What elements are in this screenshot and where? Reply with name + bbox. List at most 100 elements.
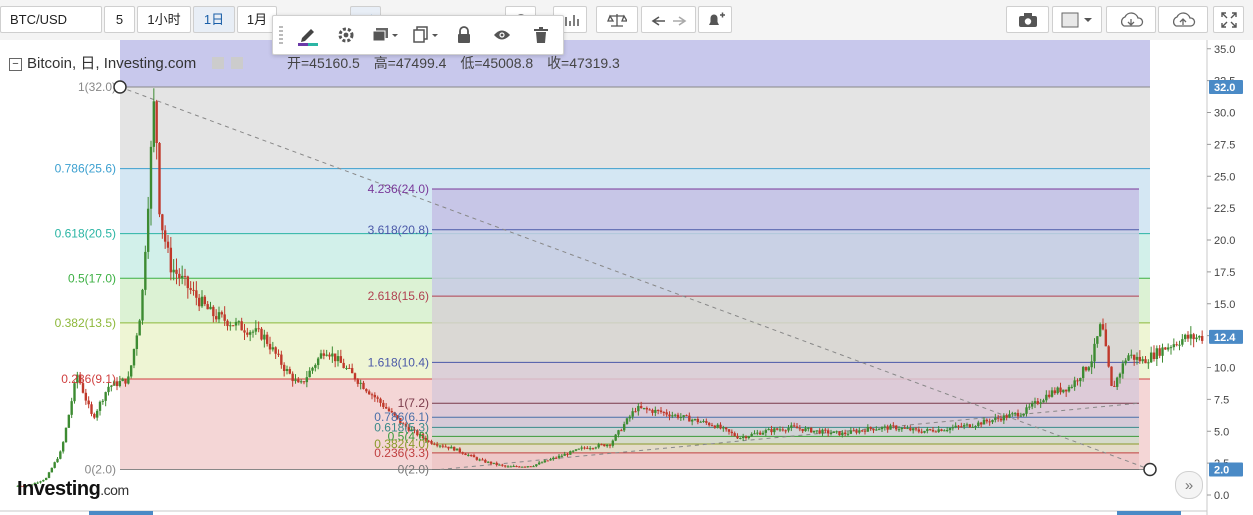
candle-body xyxy=(588,448,592,450)
candle-body xyxy=(1019,415,1023,417)
y-tick-label: 17.5 xyxy=(1214,267,1235,279)
candle-body xyxy=(894,425,898,430)
delete-button[interactable] xyxy=(526,21,556,49)
candle-body xyxy=(384,406,388,409)
candle-body xyxy=(792,425,796,427)
candle-body xyxy=(920,431,923,433)
candle-body xyxy=(858,430,861,433)
screenshot-button[interactable] xyxy=(1006,6,1049,33)
candle-body xyxy=(651,409,654,413)
candle-body xyxy=(336,356,340,362)
candle-body xyxy=(1064,389,1068,392)
copy-button[interactable] xyxy=(409,21,443,49)
candle-body xyxy=(1036,401,1040,404)
interval-input[interactable]: 5 xyxy=(104,6,135,33)
candle-body xyxy=(469,454,473,456)
candle-body xyxy=(501,464,504,466)
candle-body xyxy=(328,354,331,357)
candle-body xyxy=(441,445,445,447)
drag-handle[interactable] xyxy=(279,26,283,44)
ext-band xyxy=(432,229,1139,297)
candle-body xyxy=(127,376,130,384)
candle-body xyxy=(716,424,719,428)
candle-body xyxy=(229,325,232,327)
undo-redo-group[interactable] xyxy=(641,6,696,33)
candle-body xyxy=(1098,324,1102,337)
candle-body xyxy=(526,466,530,468)
candle-body xyxy=(376,397,379,399)
candle-body xyxy=(498,464,501,466)
visibility-button[interactable] xyxy=(487,21,517,49)
candle-body xyxy=(447,446,450,449)
candle-body xyxy=(872,428,875,431)
candle-body xyxy=(852,430,855,432)
candle-body xyxy=(263,334,266,340)
settings-button[interactable] xyxy=(331,21,361,49)
cloud-download-button[interactable] xyxy=(1106,6,1156,33)
color-picker-button[interactable] xyxy=(1052,6,1102,33)
candle-body xyxy=(1135,356,1139,360)
candle-body xyxy=(730,431,734,434)
candle-body xyxy=(685,415,688,417)
candle-body xyxy=(438,445,442,447)
cloud-upload-button[interactable] xyxy=(1158,6,1208,33)
candle-body xyxy=(807,427,810,429)
candle-body xyxy=(798,428,802,430)
candle-body xyxy=(1062,389,1065,393)
fullscreen-button[interactable] xyxy=(1213,6,1244,33)
candle-body xyxy=(804,428,807,432)
candle-body xyxy=(795,426,799,429)
candle-body xyxy=(183,275,187,277)
layers-button[interactable] xyxy=(368,21,402,49)
candle-body xyxy=(883,426,887,428)
drawing-toolbar xyxy=(272,15,564,55)
candle-body xyxy=(662,411,666,413)
timeframe-1d[interactable]: 1日 xyxy=(193,6,235,33)
candle-body xyxy=(1079,377,1082,382)
candle-body xyxy=(1164,347,1167,350)
candle-body xyxy=(631,411,634,417)
candle-body xyxy=(67,414,71,428)
candle-body xyxy=(979,422,983,425)
pencil-button[interactable] xyxy=(293,21,323,49)
timeframe-1m[interactable]: 1月 xyxy=(237,6,277,33)
candle-body xyxy=(886,426,889,430)
settings-icon[interactable] xyxy=(212,57,225,69)
fib-level-label: 0.236(9.1) xyxy=(61,372,116,386)
candle-body xyxy=(1070,386,1074,388)
price-chart[interactable]: 1(32.0) 0.786(25.6) 0.618(20.5) 0.5(17.0) 0.… xyxy=(0,40,1253,515)
alert-button[interactable] xyxy=(698,6,732,33)
collapse-icon[interactable]: − xyxy=(9,58,22,71)
balance-button[interactable] xyxy=(596,6,638,33)
candle-body xyxy=(756,432,759,434)
candle-body xyxy=(299,381,303,383)
high-value: 高=47499.4 xyxy=(373,55,447,71)
candle-body xyxy=(195,290,198,298)
fib-start-handle xyxy=(113,80,127,94)
candle-body xyxy=(1016,412,1020,417)
candle-body xyxy=(1127,355,1130,361)
candle-body xyxy=(566,453,569,455)
y-tick-label: 22.5 xyxy=(1214,203,1235,215)
candle-body xyxy=(600,444,603,446)
candle-body xyxy=(1093,343,1096,362)
price-marker-label: 2.0 xyxy=(1214,465,1229,477)
candle-body xyxy=(288,369,292,374)
candle-body xyxy=(1175,344,1178,346)
lock-button[interactable] xyxy=(449,21,479,49)
candle-body xyxy=(331,353,334,357)
candle-body xyxy=(138,320,141,336)
timeframe-1h[interactable]: 1小时 xyxy=(137,6,191,33)
y-tick-label: 10.0 xyxy=(1214,363,1235,375)
close-series-icon[interactable] xyxy=(230,57,243,69)
candle-body xyxy=(277,353,280,355)
candle-body xyxy=(1104,329,1108,347)
symbol-input[interactable]: BTC/USD xyxy=(0,6,102,33)
candle-body xyxy=(515,466,518,468)
scroll-to-latest-button[interactable]: » xyxy=(1175,471,1203,499)
candle-body xyxy=(784,430,787,432)
candle-body xyxy=(149,146,153,209)
candle-body xyxy=(971,426,974,428)
price-marker-label: 12.4 xyxy=(1214,332,1236,344)
candle-body xyxy=(617,430,620,435)
